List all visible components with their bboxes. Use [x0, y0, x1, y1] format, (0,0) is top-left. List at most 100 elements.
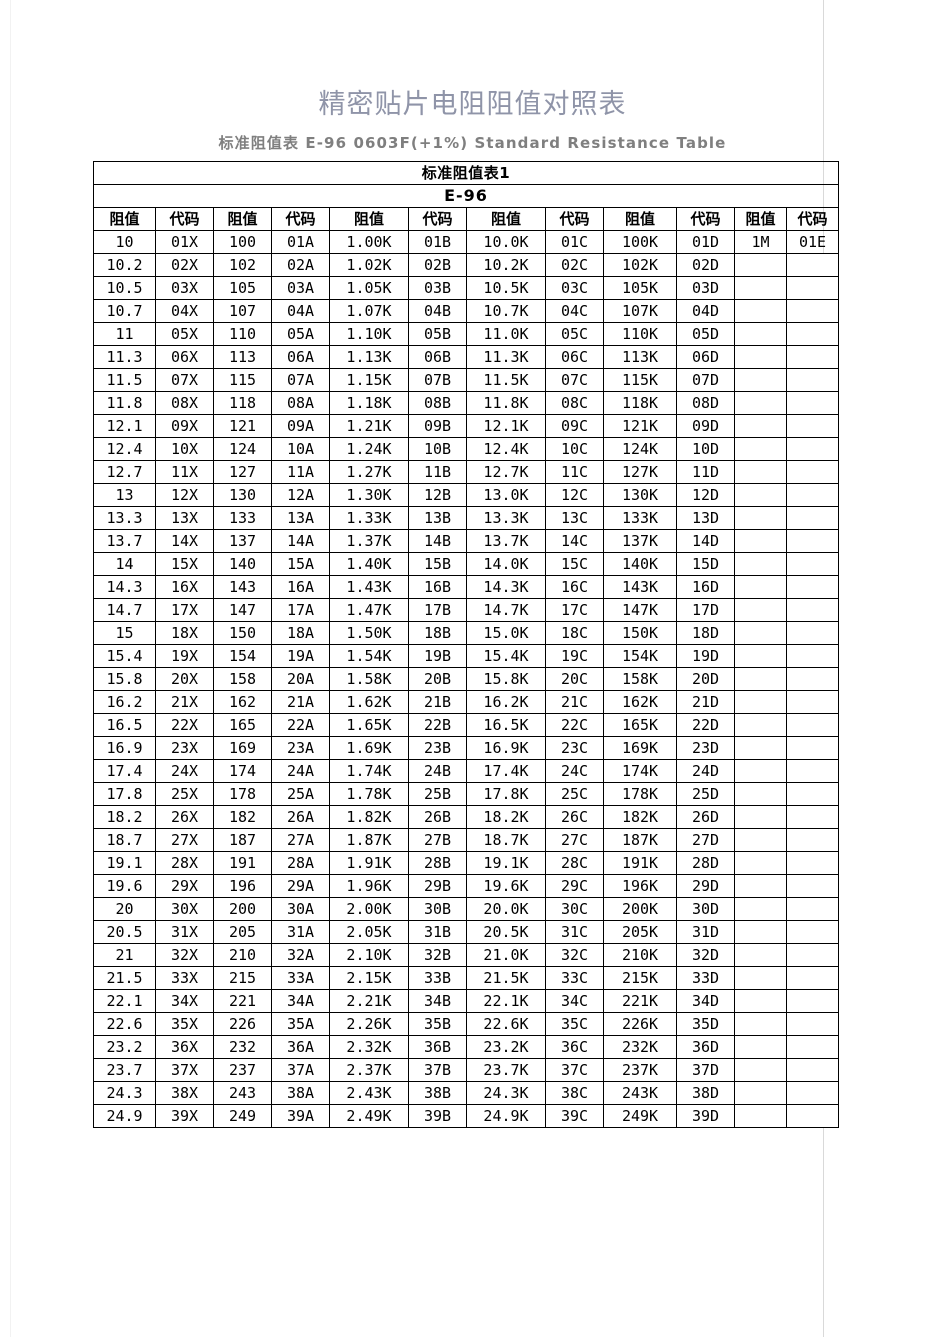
code-cell-1: 01X — [155, 230, 214, 254]
resistance-cell-1: 21.5 — [93, 966, 156, 990]
empty-cell — [785, 736, 840, 760]
code-cell-2: 18A — [271, 621, 330, 645]
col-header-resistance-1: 阻值 — [93, 207, 156, 231]
col-header-code-1: 代码 — [155, 207, 214, 231]
code-cell-1: 35X — [155, 1012, 214, 1036]
empty-cell — [734, 667, 787, 691]
code-cell-2: 22A — [271, 713, 330, 737]
column-header-row: 阻值代码阻值代码阻值代码阻值代码阻值代码阻值代码阻值代码 — [93, 207, 840, 231]
resistance-cell-4: 17.8K — [466, 782, 546, 806]
resistance-cell-4: 16.5K — [466, 713, 546, 737]
code-cell-5: 04D — [676, 299, 735, 323]
resistance-cell-5: 174K — [603, 759, 677, 783]
code-cell-2: 09A — [271, 414, 330, 438]
resistance-cell-5: 105K — [603, 276, 677, 300]
resistance-cell-3: 1.07K — [329, 299, 409, 323]
resistance-cell-1: 14.3 — [93, 575, 156, 599]
resistance-cell-2: 102 — [213, 253, 272, 277]
resistance-cell-5: 205K — [603, 920, 677, 944]
resistance-cell-2: 226 — [213, 1012, 272, 1036]
code-cell-2: 10A — [271, 437, 330, 461]
code-cell-5: 18D — [676, 621, 735, 645]
resistance-cell-3: 1.21K — [329, 414, 409, 438]
code-cell-4: 03C — [545, 276, 604, 300]
code-cell-2: 30A — [271, 897, 330, 921]
code-cell-5: 10D — [676, 437, 735, 461]
code-cell-3: 27B — [408, 828, 467, 852]
resistance-cell-4: 22.6K — [466, 1012, 546, 1036]
code-cell-4: 06C — [545, 345, 604, 369]
resistance-cell-3: 1.37K — [329, 529, 409, 553]
code-cell-3: 25B — [408, 782, 467, 806]
resistance-cell-4: 21.5K — [466, 966, 546, 990]
resistance-cell-4: 12.1K — [466, 414, 546, 438]
resistance-cell-3: 1.58K — [329, 667, 409, 691]
code-cell-3: 06B — [408, 345, 467, 369]
resistance-cell-4: 13.7K — [466, 529, 546, 553]
empty-cell — [785, 1104, 840, 1128]
resistance-cell-5: 232K — [603, 1035, 677, 1059]
col-header-code-6: 代码 — [785, 207, 840, 231]
empty-cell — [785, 299, 840, 323]
resistance-cell-1: 11.8 — [93, 391, 156, 415]
code-cell-4: 09C — [545, 414, 604, 438]
resistance-cell-1: 13.7 — [93, 529, 156, 553]
resistance-cell-3: 2.10K — [329, 943, 409, 967]
code-cell-4: 24C — [545, 759, 604, 783]
resistance-cell-1: 10.5 — [93, 276, 156, 300]
resistance-cell-1: 11.5 — [93, 368, 156, 392]
resistance-cell-2: 110 — [213, 322, 272, 346]
resistance-cell-3: 2.43K — [329, 1081, 409, 1105]
empty-cell — [785, 759, 840, 783]
empty-cell — [785, 345, 840, 369]
resistance-cell-2: 158 — [213, 667, 272, 691]
empty-cell — [785, 851, 840, 875]
code-cell-4: 38C — [545, 1081, 604, 1105]
resistance-cell-1: 15 — [93, 621, 156, 645]
code-cell-5: 03D — [676, 276, 735, 300]
code-cell-4: 27C — [545, 828, 604, 852]
empty-cell — [734, 851, 787, 875]
empty-cell — [734, 759, 787, 783]
resistance-cell-3: 1.50K — [329, 621, 409, 645]
empty-cell — [734, 920, 787, 944]
resistance-cell-4: 16.9K — [466, 736, 546, 760]
resistance-cell-5: 140K — [603, 552, 677, 576]
table-row: 11.3 06X 113 06A 1.13K 06B 11.3K 06C 113K 06D — [93, 345, 840, 369]
code-cell-2: 31A — [271, 920, 330, 944]
resistance-cell-2: 124 — [213, 437, 272, 461]
table-row: 17.4 24X 174 24A 1.74K 24B 17.4K 24C 174K 24D — [93, 759, 840, 783]
code-cell-1: 07X — [155, 368, 214, 392]
code-cell-2: 05A — [271, 322, 330, 346]
code-cell-1: 36X — [155, 1035, 214, 1059]
code-cell-1: 31X — [155, 920, 214, 944]
empty-cell — [734, 437, 787, 461]
code-cell-4: 20C — [545, 667, 604, 691]
code-cell-3: 35B — [408, 1012, 467, 1036]
code-cell-3: 37B — [408, 1058, 467, 1082]
code-cell-3: 21B — [408, 690, 467, 714]
resistance-cell-2: 154 — [213, 644, 272, 668]
code-cell-1: 03X — [155, 276, 214, 300]
banner-standard-table-1: 标准阻值表1 — [92, 161, 840, 185]
code-cell-5: 09D — [676, 414, 735, 438]
resistance-cell-2: 200 — [213, 897, 272, 921]
resistance-cell-2: 243 — [213, 1081, 272, 1105]
col-header-resistance-4: 阻值 — [466, 207, 546, 231]
code-cell-2: 24A — [271, 759, 330, 783]
code-cell-1: 08X — [155, 391, 214, 415]
resistance-cell-2: 191 — [213, 851, 272, 875]
table-row: 18.2 26X 182 26A 1.82K 26B 18.2K 26C 182K 26D — [93, 805, 840, 829]
code-cell-3: 29B — [408, 874, 467, 898]
empty-cell — [785, 575, 840, 599]
code-cell-3: 26B — [408, 805, 467, 829]
code-cell-3: 38B — [408, 1081, 467, 1105]
code-cell-4: 28C — [545, 851, 604, 875]
empty-cell — [734, 1104, 787, 1128]
code-cell-4: 30C — [545, 897, 604, 921]
resistance-cell-4: 15.4K — [466, 644, 546, 668]
code-cell-3: 05B — [408, 322, 467, 346]
code-cell-2: 04A — [271, 299, 330, 323]
empty-cell — [734, 1012, 787, 1036]
resistance-cell-3: 1.74K — [329, 759, 409, 783]
